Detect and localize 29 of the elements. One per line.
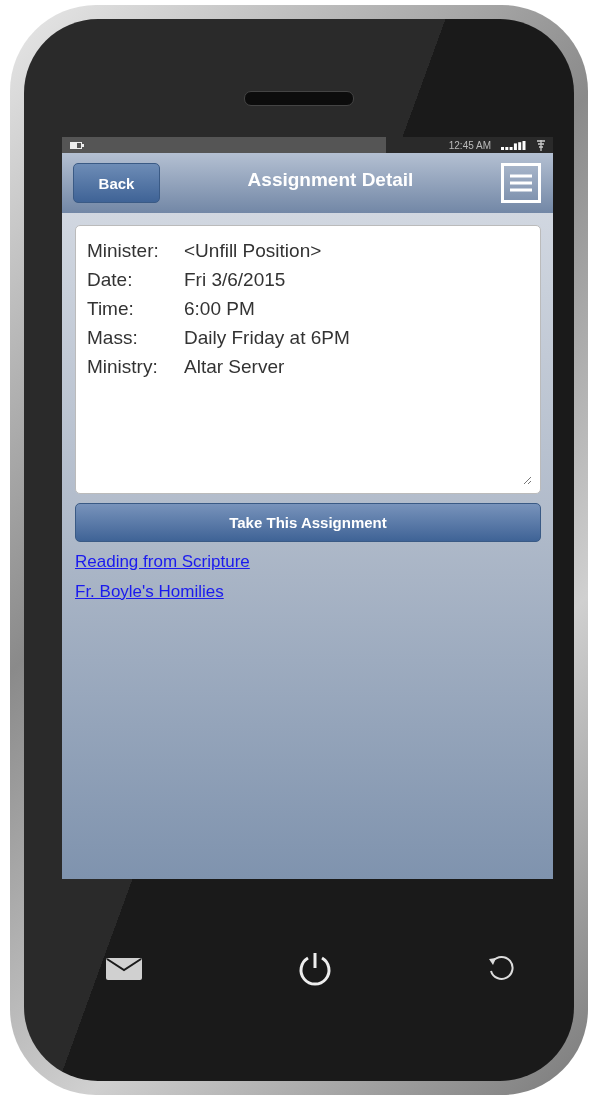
resource-link[interactable]: Reading from Scripture — [75, 551, 250, 572]
signal-icon — [501, 140, 527, 150]
antenna-icon — [537, 139, 545, 151]
detail-label: Minister: — [87, 239, 160, 263]
menu-icon — [510, 173, 532, 193]
detail-value: Fri 3/6/2015 — [184, 268, 287, 292]
back-button[interactable]: Back — [73, 163, 160, 203]
detail-label: Ministry: — [87, 355, 159, 379]
page-title: Assignment Detail — [246, 169, 415, 191]
power-icon — [296, 951, 333, 987]
refresh-icon — [487, 955, 515, 983]
status-time: 12:45 AM — [448, 139, 491, 151]
detail-value: Daily Friday at 6PM — [184, 326, 351, 350]
take-assignment-button[interactable]: Take This Assignment — [75, 503, 541, 542]
detail-value: 6:00 PM — [184, 297, 256, 321]
refresh-button[interactable] — [487, 955, 515, 983]
detail-label: Date: — [87, 268, 134, 292]
detail-label: Mass: — [87, 326, 139, 350]
mail-icon — [106, 958, 142, 980]
detail-value: <Unfill Position> — [184, 239, 323, 263]
resource-link[interactable]: Fr. Boyle's Homilies — [75, 581, 224, 602]
menu-button[interactable] — [501, 163, 541, 203]
mail-button[interactable] — [106, 958, 142, 980]
details-text-area[interactable]: Minister: <Unfill Position> Date: Fri 3/6/2015 Time: 6:00 PM Mass: Daily Friday at 6PM Ministry: Altar Server — [75, 225, 541, 494]
battery-icon — [70, 141, 84, 149]
power-button[interactable] — [296, 951, 333, 987]
resize-grip-icon[interactable] — [523, 476, 532, 485]
detail-label: Time: — [87, 297, 135, 321]
detail-value: Altar Server — [184, 355, 286, 379]
